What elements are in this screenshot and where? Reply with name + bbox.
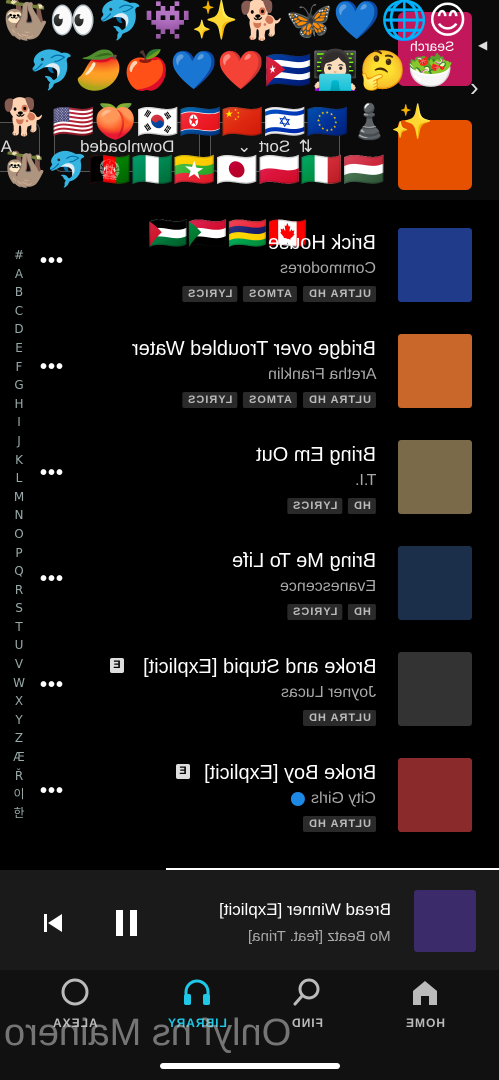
track-row[interactable]: ••• Bring Em Out T.I. HD LYRICS [0,440,499,530]
now-playing-bar[interactable]: Bread Winner [Explicit] Mo Beatz [feat. … [0,870,499,970]
track-artist-text: Aretha Franklin [267,366,377,383]
album-artwork[interactable] [398,546,472,620]
more-options-button[interactable]: ••• [40,780,64,803]
more-options-button[interactable]: ••• [40,250,64,273]
track-row[interactable]: ••• Broke and Stupid [Explicit] E Joyner Lu… [0,652,499,742]
quality-tags: ULTRA HD ATMOS LYRICS [181,392,376,408]
downloaded-icon [291,791,306,806]
quality-tag: ATMOS [243,286,297,302]
more-options-button[interactable]: ••• [40,674,64,697]
quality-tag: ULTRA HD [303,816,376,832]
more-options-button[interactable]: ••• [40,568,64,591]
quality-tag: ULTRA HD [303,392,376,408]
track-artist: Evanescence [280,578,376,596]
track-title: Broke Boy [Explicit] [203,762,376,784]
headphones-icon [184,979,210,1005]
explicit-badge: E [110,658,124,673]
now-playing-title: Bread Winner [Explicit] [219,900,391,919]
emoji-overlay-row: 🇺🇸🍑🇰🇷🇰🇵🇨🇳🇮🇱🇪🇺♟️✨ [52,102,434,142]
track-row[interactable]: ••• Bridge over Troubled Water Aretha Fran… [0,334,499,424]
track-artist: Commodores [280,260,376,278]
nav-home[interactable]: HOME [380,976,470,1030]
quality-tag: HD [348,604,376,620]
track-artist-text: Evanescence [279,578,376,595]
play-triangle-icon: ◀ [478,38,488,52]
album-artwork[interactable] [398,228,472,302]
quality-tags: ULTRA HD [303,710,376,726]
track-row[interactable]: ••• Bring Me To Life Evanescence HD LYRICS [0,546,499,636]
quality-tag: LYRICS [181,392,238,408]
track-title: Bring Me To Life [231,550,376,572]
album-artwork[interactable] [398,652,472,726]
search-icon [293,978,320,1006]
quality-tag: LYRICS [286,498,343,514]
dog-emoji: 🐕 [2,97,47,138]
track-artist-text: City Girls [311,790,376,807]
more-options-button[interactable]: ••• [40,356,64,379]
quality-tags: HD LYRICS [286,498,376,514]
more-options-button[interactable]: ••• [40,462,64,485]
track-title: Bridge over Troubled Water [132,338,376,360]
nav-home-label: HOME [405,1016,445,1030]
track-artist-text: Joyner Lucas [280,684,376,701]
track-artist: Aretha Franklin [268,366,377,384]
track-artist-text: T.I. [354,472,376,489]
track-title: Brick House [268,232,376,254]
previous-track-icon[interactable] [42,912,64,934]
quality-tag: LYRICS [181,286,238,302]
track-row[interactable]: ••• Brick House Commodores ULTRA HD ATMOS LYR… [0,228,499,318]
pause-button[interactable] [116,910,138,936]
quality-tag: LYRICS [286,604,343,620]
nav-find-label: FIND [291,1016,323,1030]
track-artist-text: Commodores [279,260,376,277]
quality-tags: ULTRA HD [303,816,376,832]
emoji-overlay-row: 🦥👀🐬👾✨🐕🦋💙🌐😊 [2,0,468,42]
home-indicator [160,1063,340,1069]
album-artwork[interactable] [398,440,472,514]
emoji-overlay-row: 🦥🐬🇦🇫🇳🇬🇲🇲🇯🇵🇵🇱🇮🇹🇭🇺 [4,150,386,190]
album-artwork[interactable] [398,334,472,408]
track-artist: Joyner Lucas [281,684,376,702]
watermark-text: Onlyf ns Mainero [4,1012,292,1054]
album-artwork[interactable] [398,758,472,832]
chevron-right-icon[interactable]: › [470,72,479,103]
track-title: Broke and Stupid [Explicit] [142,656,376,678]
quality-tags: ULTRA HD ATMOS LYRICS [181,286,376,302]
track-row[interactable]: ••• Broke Boy [Explicit] E City Girls ULTRA … [0,758,499,848]
home-icon [413,981,437,1005]
track-artist: T.I. [355,472,376,490]
now-playing-artist: Mo Beatz [feat. Trina] [248,928,391,945]
track-title: Bring Em Out [255,444,376,466]
quality-tag: ATMOS [243,392,297,408]
quality-tag: ULTRA HD [303,710,376,726]
track-artist: City Girls [286,790,376,808]
emoji-overlay-row: 🐬🥭🍎💙❤️🇨🇺👩🏻‍💻🤔🥗 [28,48,454,92]
header-overlay: Search ◀ › Al Downloaded ⌄Sort⇅ 🦥👀🐬👾✨🐕🦋💙… [0,0,499,200]
alexa-icon [61,978,89,1006]
quality-tags: HD LYRICS [286,604,376,620]
quality-tag: ULTRA HD [303,286,376,302]
now-playing-artwork[interactable] [414,890,476,952]
quality-tag: HD [348,498,376,514]
explicit-badge: E [176,764,190,779]
